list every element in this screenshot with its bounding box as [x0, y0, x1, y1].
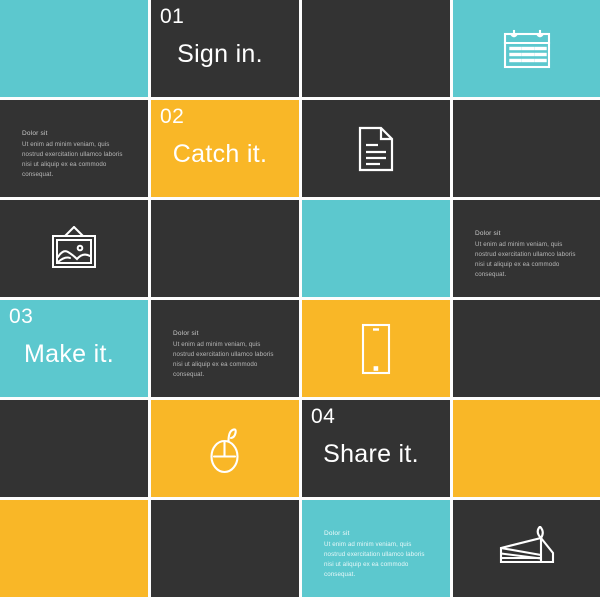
tile-r2c4[interactable] — [453, 100, 600, 197]
step-number: 04 — [311, 405, 336, 428]
tile-r3c3[interactable] — [302, 200, 450, 297]
calendar-icon — [453, 0, 600, 97]
copy-block: Dolor sit Ut enim ad minim veniam, quis n… — [475, 230, 585, 280]
tile-r2c3[interactable] — [302, 100, 450, 197]
tile-r5c3[interactable]: 04 Share it. — [302, 400, 450, 497]
smartphone-icon — [302, 300, 450, 397]
copy-body: Ut enim ad minim veniam, quis nostrud ex… — [324, 541, 425, 579]
tile-r4c2[interactable]: Dolor sit Ut enim ad minim veniam, quis n… — [151, 300, 299, 397]
copy-block: Dolor sit Ut enim ad minim veniam, quis n… — [173, 330, 283, 380]
document-icon — [302, 100, 450, 197]
step-headline: Make it. — [24, 340, 114, 368]
tile-r5c2[interactable] — [151, 400, 299, 497]
infographic-tile-grid: 01 Sign in. Dolor sit Ut enim ad minim ven… — [0, 0, 600, 600]
step-headline: Sign in. — [177, 40, 263, 68]
tile-r6c1[interactable] — [0, 500, 148, 597]
tile-r1c1[interactable] — [0, 0, 148, 97]
tile-r3c2[interactable] — [151, 200, 299, 297]
step-headline: Catch it. — [172, 140, 268, 168]
copy-body: Ut enim ad minim veniam, quis nostrud ex… — [475, 241, 576, 279]
copy-title: Dolor sit — [22, 130, 48, 137]
tile-r4c4[interactable] — [453, 300, 600, 397]
step-number: 01 — [160, 5, 185, 28]
copy-title: Dolor sit — [173, 330, 199, 337]
cake-slice-icon — [453, 500, 600, 597]
step-number: 02 — [160, 105, 185, 128]
tile-r4c3[interactable] — [302, 300, 450, 397]
tile-r5c4[interactable] — [453, 400, 600, 497]
tile-r1c4[interactable] — [453, 0, 600, 97]
tile-r6c3[interactable]: Dolor sit Ut enim ad minim veniam, quis n… — [302, 500, 450, 597]
tile-r5c1[interactable] — [0, 400, 148, 497]
copy-body: Ut enim ad minim veniam, quis nostrud ex… — [22, 141, 123, 179]
tile-r4c1[interactable]: 03 Make it. — [0, 300, 148, 397]
tile-r6c2[interactable] — [151, 500, 299, 597]
copy-body: Ut enim ad minim veniam, quis nostrud ex… — [173, 341, 274, 379]
copy-block: Dolor sit Ut enim ad minim veniam, quis n… — [324, 530, 434, 580]
tile-r2c2[interactable]: 02 Catch it. — [151, 100, 299, 197]
step-number: 03 — [9, 305, 34, 328]
tile-r6c4[interactable] — [453, 500, 600, 597]
tile-r3c1[interactable] — [0, 200, 148, 297]
step-headline: Share it. — [323, 440, 419, 468]
tile-r2c1[interactable]: Dolor sit Ut enim ad minim veniam, quis n… — [0, 100, 148, 197]
tile-r3c4[interactable]: Dolor sit Ut enim ad minim veniam, quis n… — [453, 200, 600, 297]
copy-block: Dolor sit Ut enim ad minim veniam, quis n… — [22, 130, 132, 180]
copy-title: Dolor sit — [324, 530, 350, 537]
tile-r1c3[interactable] — [302, 0, 450, 97]
computer-mouse-icon — [151, 400, 299, 497]
picture-frame-icon — [0, 200, 148, 297]
tile-r1c2[interactable]: 01 Sign in. — [151, 0, 299, 97]
copy-title: Dolor sit — [475, 230, 501, 237]
